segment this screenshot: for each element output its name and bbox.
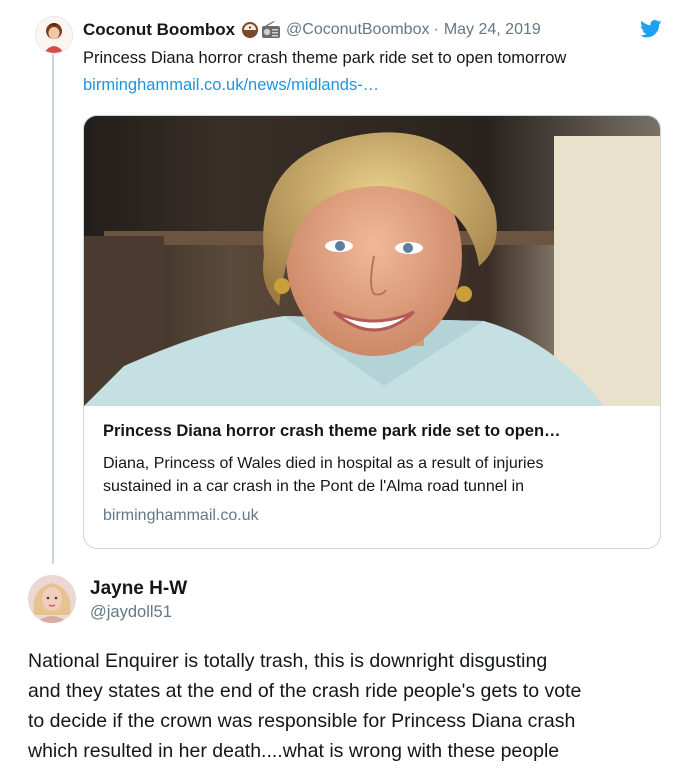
reply-display-name[interactable]: Jayne H-W	[90, 578, 187, 600]
card-photo	[84, 116, 660, 406]
reply-tweet-text: National Enquirer is totally trash, this…	[28, 646, 678, 766]
quoted-date[interactable]: May 24, 2019	[444, 21, 541, 39]
reply-text-line: National Enquirer is totally trash, this…	[28, 650, 548, 672]
name-emoji-badges	[241, 21, 281, 39]
thread-connector-line	[52, 54, 54, 564]
quoted-handle[interactable]: @CoconutBoombox	[286, 21, 429, 39]
card-description-line: Diana, Princess of Wales died in hospita…	[103, 455, 544, 472]
card-domain: birminghammail.co.uk	[103, 507, 259, 524]
quoted-tweet-link[interactable]: birminghammail.co.uk/news/midlands-…	[83, 76, 379, 95]
reply-handle[interactable]: @jaydoll51	[90, 603, 172, 622]
meta-separator: ·	[433, 21, 439, 38]
link-preview-card[interactable]: Princess Diana horror crash theme park r…	[83, 115, 661, 549]
twitter-bird-icon[interactable]	[640, 20, 662, 38]
card-description: Diana, Princess of Wales died in hospita…	[103, 452, 648, 498]
card-title[interactable]: Princess Diana horror crash theme park r…	[103, 422, 648, 441]
coconut-emoji-icon	[242, 22, 259, 38]
reply-text-line: and they states at the end of the crash …	[28, 680, 582, 702]
card-body: Princess Diana horror crash theme park r…	[103, 422, 648, 525]
reply-text-line: to decide if the crown was responsible f…	[28, 710, 576, 732]
jayne-avatar[interactable]	[28, 575, 76, 623]
reply-text-line: which resulted in her death....what is w…	[28, 740, 560, 762]
coconut-boombox-avatar[interactable]	[35, 16, 73, 54]
card-description-line: sustained in a car crash in the Pont de …	[103, 478, 525, 495]
quoted-tweet-text: Princess Diana horror crash theme park r…	[83, 49, 567, 67]
radio-emoji-icon	[262, 21, 281, 38]
quoted-display-name[interactable]: Coconut Boombox	[83, 20, 235, 40]
quoted-tweet-header: Coconut Boombox @CoconutBoombox · May 24…	[83, 20, 541, 40]
